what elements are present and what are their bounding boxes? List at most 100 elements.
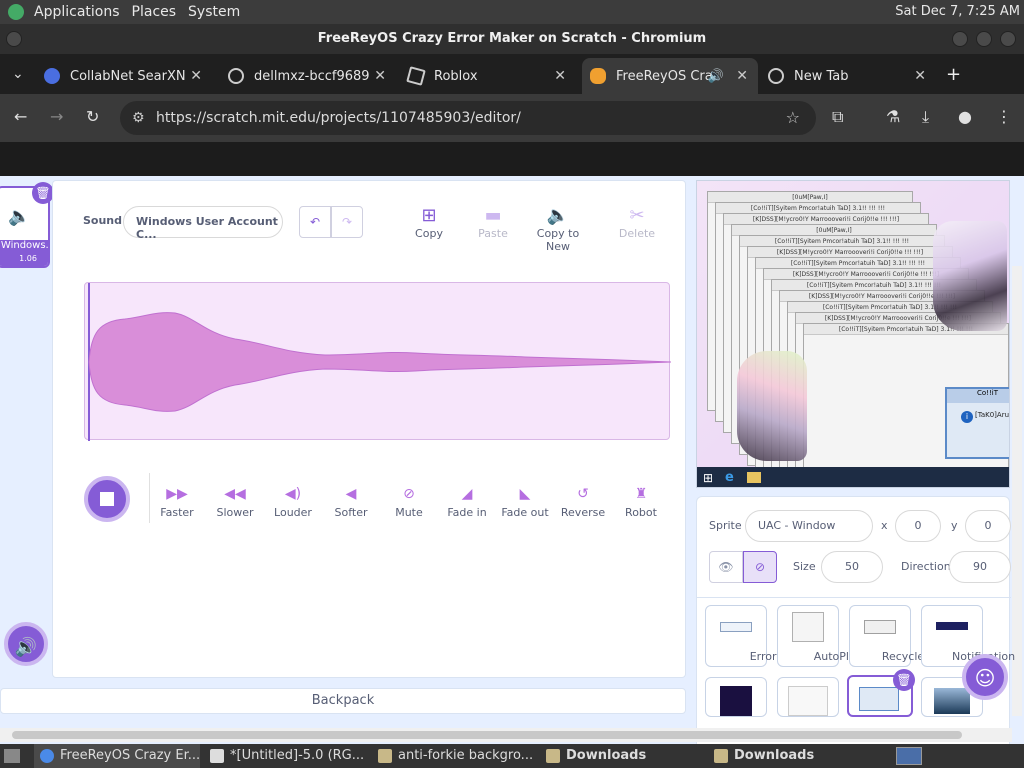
show-sprite-button[interactable]: 👁 bbox=[709, 551, 743, 583]
waveform-display[interactable] bbox=[84, 282, 672, 441]
copy-button[interactable]: ⊞ Copy bbox=[399, 205, 459, 240]
extensions-icon[interactable]: ⧉ bbox=[832, 107, 843, 127]
menu-places[interactable]: Places bbox=[126, 4, 183, 20]
tab-collabnet[interactable]: CollabNet SearXN ✕ bbox=[36, 58, 212, 94]
stop-square-icon bbox=[100, 492, 114, 506]
new-tab-plus-icon[interactable]: + bbox=[946, 64, 961, 85]
bookmark-star-icon[interactable]: ☆ bbox=[786, 101, 800, 135]
sound-name-input[interactable]: Windows User Account C... bbox=[123, 206, 283, 241]
effect-faster[interactable]: ▶▶ Faster bbox=[147, 486, 207, 519]
waveform-graphic bbox=[88, 283, 672, 441]
close-tab-icon[interactable]: ✕ bbox=[914, 68, 926, 84]
reload-icon[interactable]: ↻ bbox=[86, 107, 99, 126]
paste-icon: ▬ bbox=[484, 205, 502, 226]
sprite-thumb-recycle[interactable]: Recycle ... bbox=[849, 605, 938, 667]
scrollbar-thumb[interactable] bbox=[12, 731, 962, 739]
labs-flask-icon[interactable]: ⚗ bbox=[886, 107, 900, 126]
tab-dellmxz[interactable]: dellmxz-bccf9689 ✕ bbox=[220, 58, 396, 94]
delete-button[interactable]: ✂ Delete bbox=[607, 205, 667, 240]
close-tab-icon[interactable]: ✕ bbox=[190, 68, 202, 84]
close-tab-icon[interactable]: ✕ bbox=[736, 68, 748, 84]
close-tab-icon[interactable]: ✕ bbox=[374, 68, 386, 84]
stop-button[interactable] bbox=[84, 476, 130, 522]
sprite-thumb-autoplay[interactable]: AutoPlay bbox=[777, 605, 862, 667]
reverse-icon: ↺ bbox=[577, 486, 589, 502]
taskbar-item-chromium[interactable]: FreeReyOS Crazy Er... bbox=[34, 744, 200, 768]
horizontal-scrollbar[interactable] bbox=[0, 728, 1012, 742]
forward-arrow-icon[interactable]: → bbox=[50, 107, 63, 126]
stage[interactable]: [0uM[Paw,I] [Co!!iT][Syitem Pmcor!atuih T… bbox=[696, 180, 1010, 488]
bottom-taskbar: FreeReyOS Crazy Er... *[Untitled]-5.0 (R… bbox=[0, 744, 1024, 768]
scratch-favicon-icon bbox=[590, 68, 606, 84]
undo-button[interactable]: ↶ bbox=[299, 206, 331, 238]
menu-applications[interactable]: Applications bbox=[28, 4, 126, 20]
sprite-name-input[interactable]: UAC - Window bbox=[745, 510, 873, 542]
window-menu-icon[interactable] bbox=[6, 31, 22, 47]
close-window-button[interactable] bbox=[1000, 31, 1016, 47]
backpack[interactable]: Backpack bbox=[0, 688, 686, 714]
show-desktop-icon[interactable] bbox=[4, 749, 20, 763]
tab-freereyos[interactable]: FreeReyOS Cra 🔊 ✕ bbox=[582, 58, 758, 94]
add-sprite-button[interactable]: ☺ bbox=[962, 654, 1008, 700]
tab-search-chevron-icon[interactable]: ⌄ bbox=[12, 66, 24, 82]
effect-slower[interactable]: ◀◀ Slower bbox=[205, 486, 265, 519]
menu-system[interactable]: System bbox=[182, 4, 246, 20]
chromium-icon bbox=[40, 749, 54, 763]
softer-icon: ◀ bbox=[345, 486, 357, 502]
close-tab-icon[interactable]: ✕ bbox=[554, 68, 566, 84]
effect-fade-out[interactable]: ◣ Fade out bbox=[495, 486, 555, 519]
browser-toolbar: ← → ↻ ⚙ https://scratch.mit.edu/projects… bbox=[0, 94, 1024, 142]
effect-softer[interactable]: ◀ Softer bbox=[321, 486, 381, 519]
taskbar-item-downloads-1[interactable]: Downloads bbox=[540, 744, 706, 768]
clock[interactable]: Sat Dec 7, 7:25 AM bbox=[895, 4, 1020, 19]
download-icon[interactable]: ⤓ bbox=[922, 107, 929, 127]
sprite-thumb-image bbox=[788, 686, 828, 716]
system-logo-icon[interactable] bbox=[8, 4, 24, 20]
menu-kebab-icon[interactable]: ⋮ bbox=[996, 107, 1012, 126]
workspace-switcher-icon[interactable] bbox=[896, 747, 922, 765]
window-titlebar: FreeReyOS Crazy Error Maker on Scratch -… bbox=[0, 24, 1024, 54]
copy-to-new-button[interactable]: 🔈 Copy to New bbox=[527, 205, 589, 253]
mute-icon: ⊘ bbox=[403, 486, 415, 502]
stage-scrollbar[interactable] bbox=[1012, 266, 1022, 716]
size-label: Size bbox=[793, 560, 816, 573]
tab-new-tab[interactable]: New Tab ✕ bbox=[760, 58, 936, 94]
tab-roblox[interactable]: Roblox ✕ bbox=[400, 58, 576, 94]
effect-robot[interactable]: ♜ Robot bbox=[611, 486, 671, 519]
effect-fade-in[interactable]: ◢ Fade in bbox=[437, 486, 497, 519]
anime-character-left bbox=[737, 351, 807, 461]
audio-playing-icon[interactable]: 🔊 bbox=[708, 69, 724, 84]
effect-louder[interactable]: ◀) Louder bbox=[263, 486, 323, 519]
taskbar-item-anti-forkie[interactable]: anti-forkie backgro... bbox=[372, 744, 538, 768]
sprite-thumb-errors[interactable]: Errors bbox=[705, 605, 782, 667]
robot-icon: ♜ bbox=[634, 486, 648, 502]
address-bar[interactable]: ⚙ https://scratch.mit.edu/projects/11074… bbox=[120, 101, 816, 135]
sprite-thumb-image bbox=[864, 620, 896, 634]
sprite-thumb-6[interactable] bbox=[777, 677, 839, 717]
folder-icon bbox=[714, 749, 728, 763]
add-sound-button[interactable]: 🔊 bbox=[4, 622, 48, 666]
y-input[interactable]: 0 bbox=[965, 510, 1011, 542]
taskbar-item-untitled[interactable]: *[Untitled]-5.0 (RG... bbox=[204, 744, 370, 768]
sound-item-name: Windows... bbox=[0, 240, 48, 254]
redo-button[interactable]: ↷ bbox=[331, 206, 363, 238]
profile-icon[interactable]: ● bbox=[958, 107, 972, 126]
taskbar-item-downloads-2[interactable]: Downloads bbox=[708, 744, 874, 768]
x-input[interactable]: 0 bbox=[895, 510, 941, 542]
size-input[interactable]: 50 bbox=[821, 551, 883, 583]
delete-sprite-icon[interactable]: 🗑 bbox=[893, 669, 915, 691]
paste-button[interactable]: ▬ Paste bbox=[463, 205, 523, 240]
minimize-button[interactable] bbox=[952, 31, 968, 47]
info-icon: i bbox=[961, 411, 973, 423]
maximize-button[interactable] bbox=[976, 31, 992, 47]
search-favicon-icon bbox=[44, 68, 60, 84]
back-arrow-icon[interactable]: ← bbox=[14, 107, 27, 126]
effect-reverse[interactable]: ↺ Reverse bbox=[553, 486, 613, 519]
site-info-icon[interactable]: ⚙ bbox=[132, 101, 145, 135]
delete-sound-icon[interactable]: 🗑 bbox=[32, 182, 54, 204]
direction-input[interactable]: 90 bbox=[949, 551, 1011, 583]
hide-sprite-button[interactable]: ⊘ bbox=[743, 551, 777, 583]
effect-mute[interactable]: ⊘ Mute bbox=[379, 486, 439, 519]
fade-in-icon: ◢ bbox=[461, 486, 473, 502]
sprite-thumb-5[interactable] bbox=[705, 677, 767, 717]
